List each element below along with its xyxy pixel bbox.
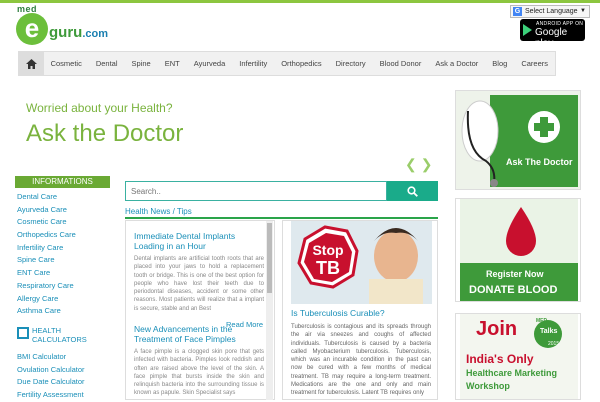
etalks-med-text: MED <box>536 318 548 324</box>
nav-item-careers[interactable]: Careers <box>514 59 555 68</box>
google-translate-icon: G <box>513 7 522 16</box>
chevron-right-icon[interactable]: ❯ <box>421 156 437 172</box>
language-select[interactable]: G Select Language ▼ <box>510 5 590 18</box>
play-store-icon <box>523 24 532 36</box>
sidebar-calculator-list: BMI Calculator Ovulation Calculator Due … <box>17 351 112 402</box>
sidebar-item-ayurveda[interactable]: Ayurveda Care <box>17 204 112 217</box>
donate-blood-text: DONATE BLOOD <box>469 284 558 296</box>
logo-brand-text: guru.com <box>49 24 109 41</box>
sidebar-item-allergy[interactable]: Allergy Care <box>17 293 112 306</box>
news-heading: Health News / Tips <box>125 207 438 219</box>
sidebar-heading: INFORMATIONS <box>15 176 110 188</box>
sidebar-item-cosmetic[interactable]: Cosmetic Care <box>17 216 112 229</box>
hero-title: Ask the Doctor <box>26 120 184 147</box>
nav-item-ayurveda[interactable]: Ayurveda <box>187 59 233 68</box>
feature-body: Tuberculosis is contagious and its sprea… <box>291 324 431 397</box>
nav-item-infertility[interactable]: Infertility <box>232 59 274 68</box>
ask-doctor-banner-text: Ask The Doctor <box>506 157 573 167</box>
etalks-name-text: Talks <box>540 328 558 335</box>
sidebar-info-list: Dental Care Ayurveda Care Cosmetic Care … <box>17 191 112 318</box>
sidebar-item-infertility[interactable]: Infertility Care <box>17 242 112 255</box>
google-play-badge[interactable]: ANDROID APP ON Google play <box>520 19 585 49</box>
sidebar-item-ent[interactable]: ENT Care <box>17 267 112 280</box>
badge-line2: Google play <box>535 27 568 49</box>
etalks-year-text: 2015 <box>548 341 560 347</box>
nav-item-blood-donor[interactable]: Blood Donor <box>373 59 429 68</box>
scrollbar-thumb[interactable] <box>267 223 272 293</box>
site-logo[interactable]: med e guru.com <box>16 4 126 48</box>
nav-item-blog[interactable]: Blog <box>485 59 514 68</box>
hero-subtitle: Worried about your Health? <box>26 101 173 115</box>
health-calculators-label: HEALTH CALCULATORS <box>32 326 87 344</box>
search-button[interactable] <box>387 181 438 201</box>
etalks-line1: India's Only <box>466 352 534 366</box>
etalks-banner[interactable]: Join MED Talks 2015 India's Only Healthc… <box>455 313 581 400</box>
etalks-join-text: Join <box>476 318 518 340</box>
sidebar-item-spine[interactable]: Spine Care <box>17 254 112 267</box>
stop-sign-tb: TB <box>316 258 340 278</box>
news-title-2[interactable]: New Advancements in the Treatment of Fac… <box>134 324 264 344</box>
etalks-line2: Healthcare Marketing <box>466 368 558 378</box>
feature-title[interactable]: Is Tuberculosis Curable? <box>291 308 385 318</box>
sidebar-item-asthma[interactable]: Asthma Care <box>17 305 112 318</box>
top-accent-bar <box>0 0 600 3</box>
stop-sign-word: Stop <box>312 242 343 258</box>
nav-item-directory[interactable]: Directory <box>329 59 373 68</box>
news-scrollbar[interactable] <box>266 221 273 400</box>
nav-item-cosmetic[interactable]: Cosmetic <box>44 59 89 68</box>
home-button[interactable] <box>19 52 44 75</box>
chevron-down-icon: ▼ <box>580 8 586 14</box>
news-list: Immediate Dental Implants Loading in an … <box>125 220 275 400</box>
nav-item-ask-doctor[interactable]: Ask a Doctor <box>428 59 485 68</box>
home-icon <box>25 58 37 69</box>
stop-tb-image[interactable]: Stop TB <box>291 221 432 304</box>
nav-item-spine[interactable]: Spine <box>125 59 158 68</box>
feature-article: Stop TB Is Tuberculosis Curable? Tubercu… <box>282 220 438 400</box>
slider-arrows: ❮❯ <box>405 156 436 173</box>
sidebar-item-due-date[interactable]: Due Date Calculator <box>17 376 112 389</box>
language-select-label: Select Language <box>525 8 578 15</box>
sidebar-item-orthopedics[interactable]: Orthopedics Care <box>17 229 112 242</box>
sidebar-item-dental[interactable]: Dental Care <box>17 191 112 204</box>
news-title-1[interactable]: Immediate Dental Implants Loading in an … <box>134 231 264 251</box>
sidebar-item-bmi[interactable]: BMI Calculator <box>17 351 112 364</box>
chevron-left-icon[interactable]: ❮ <box>405 156 421 172</box>
sidebar-item-ovulation[interactable]: Ovulation Calculator <box>17 364 112 377</box>
nav-item-ent[interactable]: ENT <box>158 59 187 68</box>
main-nav: Cosmetic Dental Spine ENT Ayurveda Infer… <box>18 51 556 76</box>
etalks-line3: Workshop <box>466 381 510 391</box>
ask-doctor-banner[interactable]: Ask The Doctor <box>455 90 581 190</box>
search-input[interactable] <box>125 181 387 201</box>
sidebar-item-respiratory[interactable]: Respiratory Care <box>17 280 112 293</box>
donate-blood-banner[interactable]: Register Now DONATE BLOOD <box>455 198 581 302</box>
register-now-text: Register Now <box>486 269 544 279</box>
calculator-icon <box>17 327 29 339</box>
search-icon <box>407 185 418 197</box>
news-body-1: Dental implants are artificial tooth roo… <box>134 256 264 312</box>
nav-item-dental[interactable]: Dental <box>89 59 125 68</box>
logo-e-circle: e <box>16 13 48 45</box>
news-body-2: A face pimple is a clogged skin pore tha… <box>134 349 264 397</box>
health-calculators-heading: HEALTH CALCULATORS <box>17 326 112 346</box>
nav-item-orthopedics[interactable]: Orthopedics <box>274 59 328 68</box>
